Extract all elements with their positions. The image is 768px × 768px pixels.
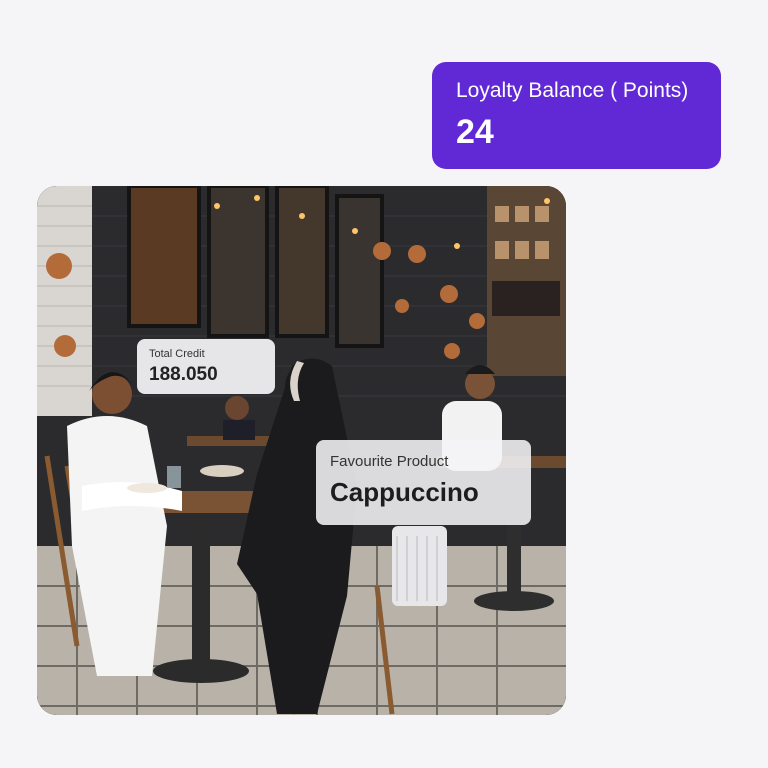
loyalty-balance-label: Loyalty Balance ( Points) — [456, 79, 689, 102]
favourite-product-card: Favourite Product Cappuccino — [316, 440, 531, 525]
total-credit-label: Total Credit — [149, 348, 205, 360]
favourite-product-value: Cappuccino — [330, 477, 479, 507]
total-credit-card: Total Credit 188.050 — [137, 339, 275, 394]
favourite-product-label: Favourite Product — [330, 453, 449, 470]
total-credit-value: 188.050 — [149, 364, 218, 385]
loyalty-balance-value: 24 — [456, 113, 494, 151]
loyalty-balance-card: Loyalty Balance ( Points) 24 — [432, 62, 721, 169]
